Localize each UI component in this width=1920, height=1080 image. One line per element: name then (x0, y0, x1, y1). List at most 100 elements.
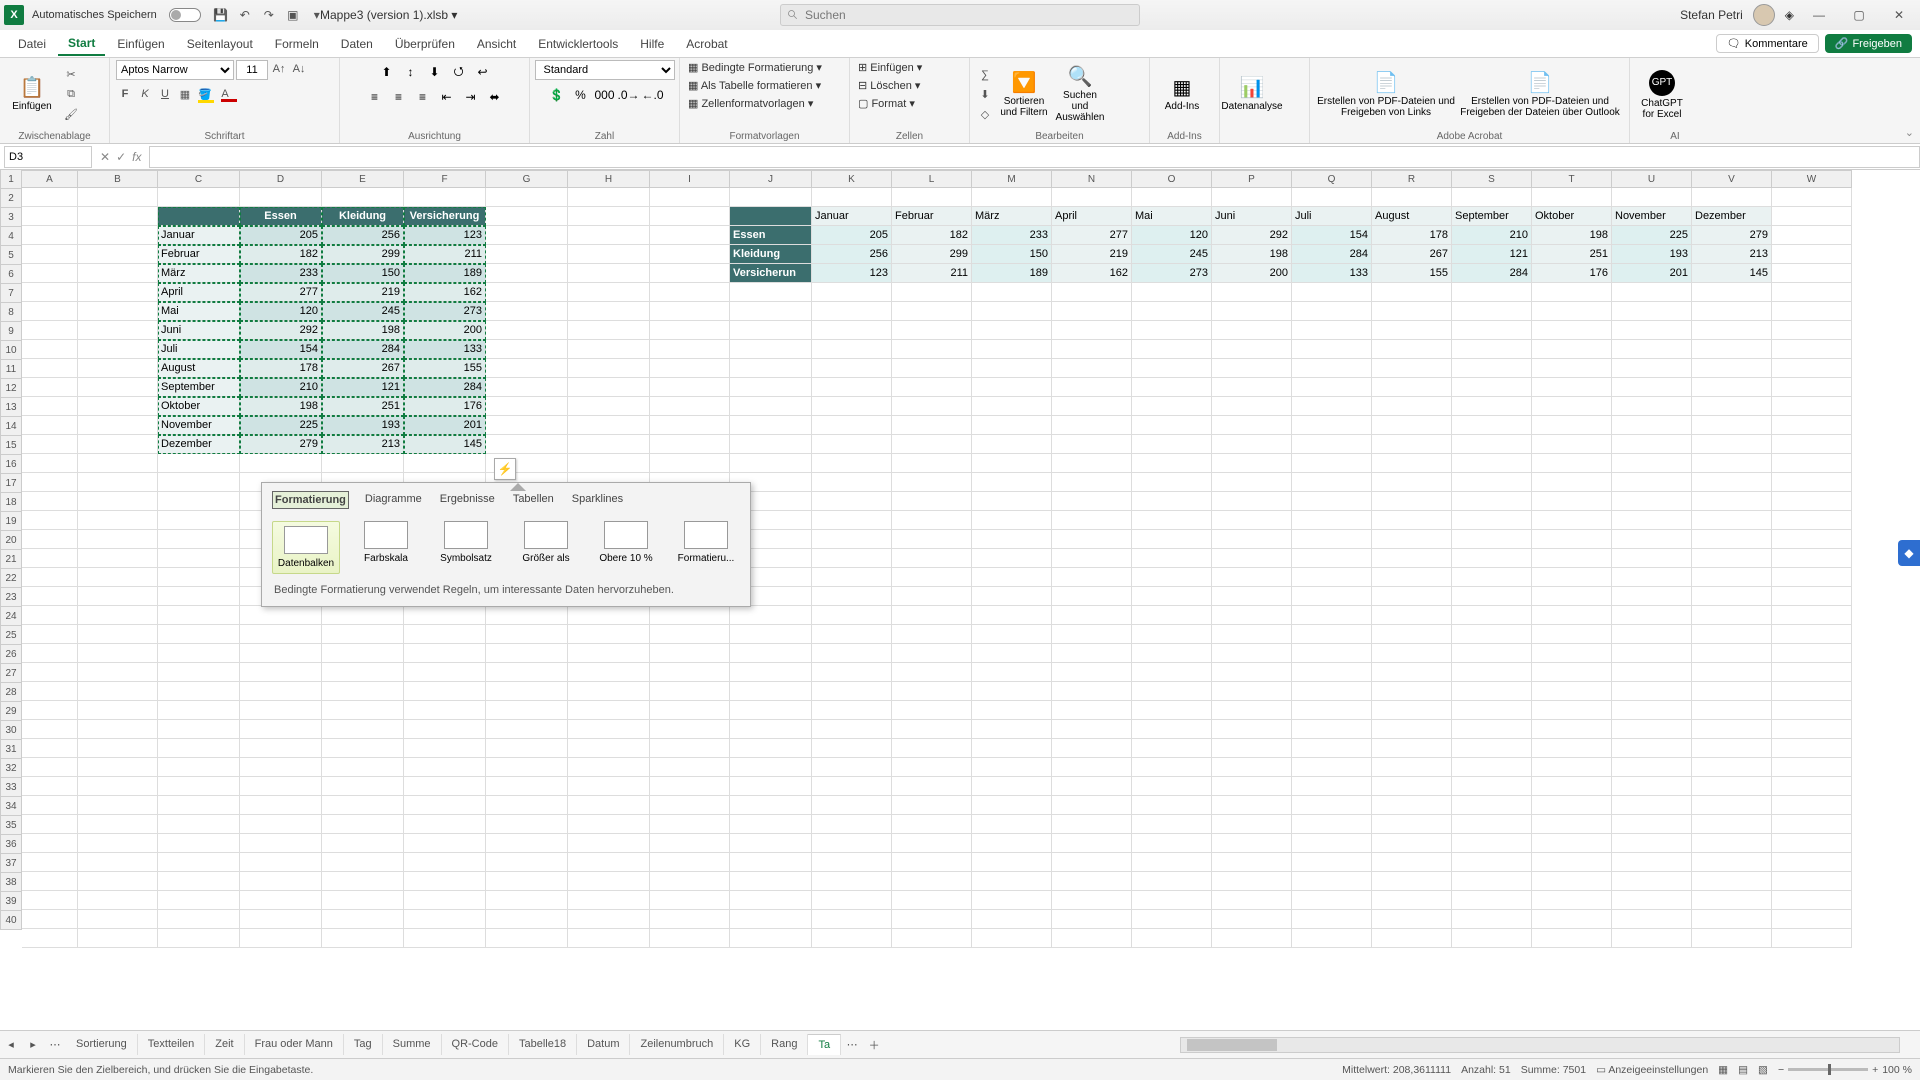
cell[interactable] (1532, 473, 1612, 492)
cell[interactable] (1372, 796, 1452, 815)
cell[interactable] (22, 511, 78, 530)
cell[interactable] (404, 929, 486, 948)
cell[interactable] (1132, 853, 1212, 872)
cell[interactable] (486, 321, 568, 340)
cell[interactable] (812, 321, 892, 340)
cell[interactable] (568, 910, 650, 929)
cell[interactable] (1212, 568, 1292, 587)
cell[interactable] (812, 815, 892, 834)
cell[interactable]: 284 (404, 378, 486, 397)
row-header[interactable]: 18 (0, 493, 22, 512)
cell[interactable]: 154 (1292, 226, 1372, 245)
cell[interactable] (78, 378, 158, 397)
cell[interactable] (486, 302, 568, 321)
cell[interactable] (158, 758, 240, 777)
cell[interactable] (730, 834, 812, 853)
cell[interactable] (892, 302, 972, 321)
cell[interactable] (812, 853, 892, 872)
cell[interactable] (1772, 397, 1852, 416)
cell[interactable] (972, 378, 1052, 397)
zoom-in-button[interactable]: + (1872, 1064, 1878, 1076)
cell[interactable] (1452, 853, 1532, 872)
cell[interactable] (78, 834, 158, 853)
currency-icon[interactable]: 💲 (546, 85, 568, 105)
cell[interactable] (1132, 777, 1212, 796)
quick-option-2[interactable]: Symbolsatz (432, 521, 500, 574)
cell[interactable] (972, 606, 1052, 625)
quick-tab-ergebnisse[interactable]: Ergebnisse (438, 491, 497, 509)
cell[interactable]: 233 (240, 264, 322, 283)
cell[interactable]: 145 (404, 435, 486, 454)
tab-einfügen[interactable]: Einfügen (107, 33, 174, 55)
cell[interactable]: Juni (158, 321, 240, 340)
cell[interactable]: Februar (158, 245, 240, 264)
cell[interactable] (1212, 891, 1292, 910)
cell[interactable] (972, 891, 1052, 910)
cell[interactable] (78, 397, 158, 416)
cell[interactable] (1372, 853, 1452, 872)
cell[interactable] (240, 872, 322, 891)
redo-icon[interactable]: ↷ (259, 5, 279, 25)
cell[interactable] (1292, 511, 1372, 530)
cell[interactable] (1692, 758, 1772, 777)
cell[interactable]: 233 (972, 226, 1052, 245)
cell[interactable] (1372, 188, 1452, 207)
cell[interactable]: 245 (322, 302, 404, 321)
cell[interactable] (1292, 568, 1372, 587)
col-header[interactable]: F (404, 170, 486, 188)
cell[interactable] (730, 644, 812, 663)
cell[interactable] (1132, 302, 1212, 321)
row-header[interactable]: 37 (0, 854, 22, 873)
cell[interactable] (972, 359, 1052, 378)
cell[interactable] (1212, 302, 1292, 321)
cell[interactable] (158, 720, 240, 739)
cell[interactable] (486, 682, 568, 701)
cell[interactable] (1212, 929, 1292, 948)
cell[interactable] (892, 644, 972, 663)
cell[interactable] (972, 397, 1052, 416)
cell[interactable] (812, 663, 892, 682)
cell[interactable] (568, 777, 650, 796)
cell[interactable] (1772, 340, 1852, 359)
cell[interactable] (404, 872, 486, 891)
cell[interactable] (240, 682, 322, 701)
cell[interactable] (78, 872, 158, 891)
paste-button[interactable]: 📋Einfügen (6, 77, 58, 112)
cell[interactable] (322, 796, 404, 815)
cell[interactable]: 292 (240, 321, 322, 340)
cell[interactable] (1612, 701, 1692, 720)
cell[interactable] (972, 739, 1052, 758)
cell[interactable] (1772, 758, 1852, 777)
cell[interactable] (730, 397, 812, 416)
cell[interactable] (892, 416, 972, 435)
col-header[interactable]: G (486, 170, 568, 188)
cell[interactable] (1612, 549, 1692, 568)
cell[interactable] (1612, 454, 1692, 473)
cell[interactable] (22, 891, 78, 910)
cell[interactable] (812, 416, 892, 435)
row-header[interactable]: 7 (0, 284, 22, 303)
col-header[interactable]: I (650, 170, 730, 188)
cell[interactable] (22, 929, 78, 948)
cell[interactable] (1372, 834, 1452, 853)
cell[interactable] (322, 663, 404, 682)
cell[interactable] (158, 606, 240, 625)
cell[interactable] (1052, 606, 1132, 625)
cell[interactable] (322, 834, 404, 853)
cell[interactable] (1612, 682, 1692, 701)
quick-tab-diagramme[interactable]: Diagramme (363, 491, 424, 509)
cell[interactable] (1292, 777, 1372, 796)
cell[interactable] (1772, 264, 1852, 283)
cell[interactable]: 284 (322, 340, 404, 359)
cell[interactable] (1612, 815, 1692, 834)
cell[interactable] (730, 720, 812, 739)
quick-option-4[interactable]: Obere 10 % (592, 521, 660, 574)
sheet-tab[interactable]: QR-Code (442, 1034, 509, 1055)
cell[interactable] (1052, 720, 1132, 739)
cell[interactable] (1772, 815, 1852, 834)
file-name[interactable]: Mappe3 (version 1).xlsb ▾ (320, 8, 457, 22)
number-format-select[interactable]: Standard (535, 60, 675, 80)
cell[interactable] (892, 530, 972, 549)
cell[interactable] (78, 606, 158, 625)
cell[interactable] (730, 910, 812, 929)
